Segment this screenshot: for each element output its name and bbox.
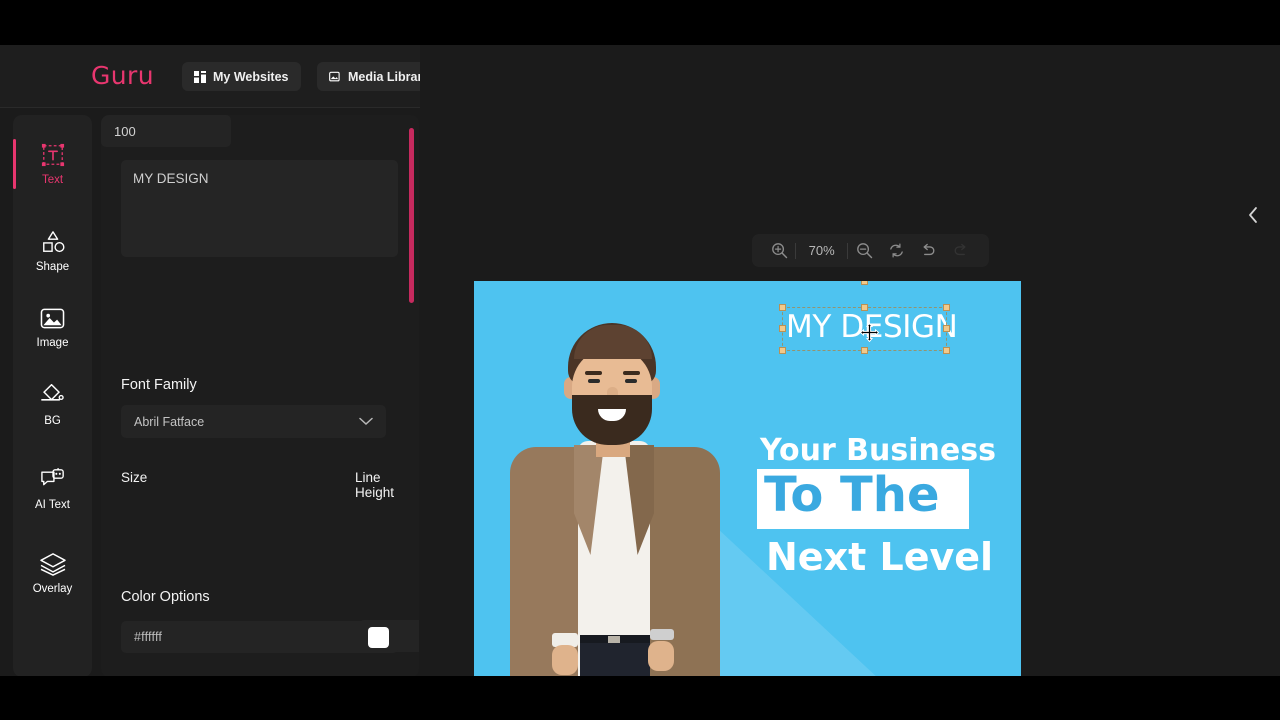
nav-my-websites[interactable]: My Websites xyxy=(182,62,301,91)
tool-image-label: Image xyxy=(36,337,69,349)
grid-icon xyxy=(194,70,206,83)
tool-overlay-label: Overlay xyxy=(32,582,73,595)
picture-icon xyxy=(40,307,65,330)
tool-text[interactable]: Text xyxy=(13,126,92,202)
font-family-select[interactable]: Abril Fatface xyxy=(121,405,386,438)
tool-image[interactable]: Image xyxy=(13,290,92,366)
tool-text-label: Text xyxy=(41,173,64,186)
nav-my-websites-label: My Websites xyxy=(213,69,289,84)
layers-icon xyxy=(39,552,67,576)
image-stack-icon xyxy=(329,71,341,83)
resize-handle-bl[interactable] xyxy=(779,347,786,354)
text-input[interactable] xyxy=(121,160,398,257)
panel-scrollbar[interactable] xyxy=(409,128,414,303)
businessman-photo xyxy=(496,323,731,676)
resize-handle-bm[interactable] xyxy=(860,347,868,354)
chevron-down-icon xyxy=(359,417,373,426)
design-canvas[interactable]: MY DESIGN Your Business To The Next Leve… xyxy=(474,281,1021,676)
color-field[interactable]: #ffffff xyxy=(121,621,398,653)
chevron-left-icon xyxy=(1246,206,1261,224)
design-headline-2[interactable]: To The xyxy=(764,467,940,523)
tool-shape-label: Shape xyxy=(35,260,70,273)
font-family-value: Abril Fatface xyxy=(134,414,205,429)
undo-icon[interactable] xyxy=(913,234,945,267)
properties-panel: Enter Text B I U U U xyxy=(101,115,419,676)
color-hex-value: #ffffff xyxy=(134,630,163,644)
tool-shape[interactable]: Shape xyxy=(13,213,92,289)
app-window: Guru My Websites Media Library Text Shap… xyxy=(0,45,1280,676)
resize-handle-br[interactable] xyxy=(943,347,950,354)
resize-handle-ml[interactable] xyxy=(779,325,786,332)
rotate-handle[interactable] xyxy=(860,281,868,285)
letterbox-top xyxy=(0,0,1280,45)
tool-ai-text[interactable]: AI Text xyxy=(13,451,92,527)
resize-handle-tl[interactable] xyxy=(779,304,786,311)
size-label: Size xyxy=(121,470,148,485)
tool-rail: Text Shape Image BG AI Text Overlay xyxy=(13,115,92,676)
tool-overlay[interactable]: Overlay xyxy=(13,535,92,611)
app-logo[interactable]: Guru xyxy=(91,61,154,90)
resize-handle-tr[interactable] xyxy=(943,304,950,311)
collapse-right-panel-button[interactable] xyxy=(1238,200,1268,230)
design-headline-1[interactable]: Your Business xyxy=(760,433,996,468)
size-input[interactable] xyxy=(101,115,231,147)
zoom-level: 70% xyxy=(808,243,835,258)
letterbox-bottom xyxy=(0,676,1280,720)
resize-handle-mr[interactable] xyxy=(943,325,950,332)
redo-icon[interactable] xyxy=(945,234,977,267)
color-options-label: Color Options xyxy=(121,589,210,605)
shapes-icon xyxy=(40,230,66,254)
design-headline-3[interactable]: Next Level xyxy=(766,535,993,579)
color-swatch[interactable] xyxy=(368,626,389,648)
selection-bounding-box[interactable] xyxy=(779,281,950,354)
zoom-in-icon[interactable] xyxy=(764,234,795,267)
text-box-icon xyxy=(41,143,65,167)
font-family-label: Font Family xyxy=(121,377,197,393)
nav-media-library-label: Media Library xyxy=(348,69,430,84)
resize-handle-tm[interactable] xyxy=(860,304,868,311)
tool-bg-label: BG xyxy=(44,414,61,427)
canvas-zoom-toolbar: 70% xyxy=(752,234,989,267)
zoom-out-icon[interactable] xyxy=(848,234,880,267)
tool-bg[interactable]: BG xyxy=(13,367,92,443)
tool-ai-text-label: AI Text xyxy=(35,498,70,511)
line-height-label: Line Height xyxy=(355,470,395,500)
paint-fill-icon xyxy=(40,383,65,408)
refresh-icon[interactable] xyxy=(880,234,912,267)
robot-chat-icon xyxy=(40,467,66,492)
canvas-area: 70% MY DESIGN Your Business To The Next … xyxy=(420,45,1280,676)
